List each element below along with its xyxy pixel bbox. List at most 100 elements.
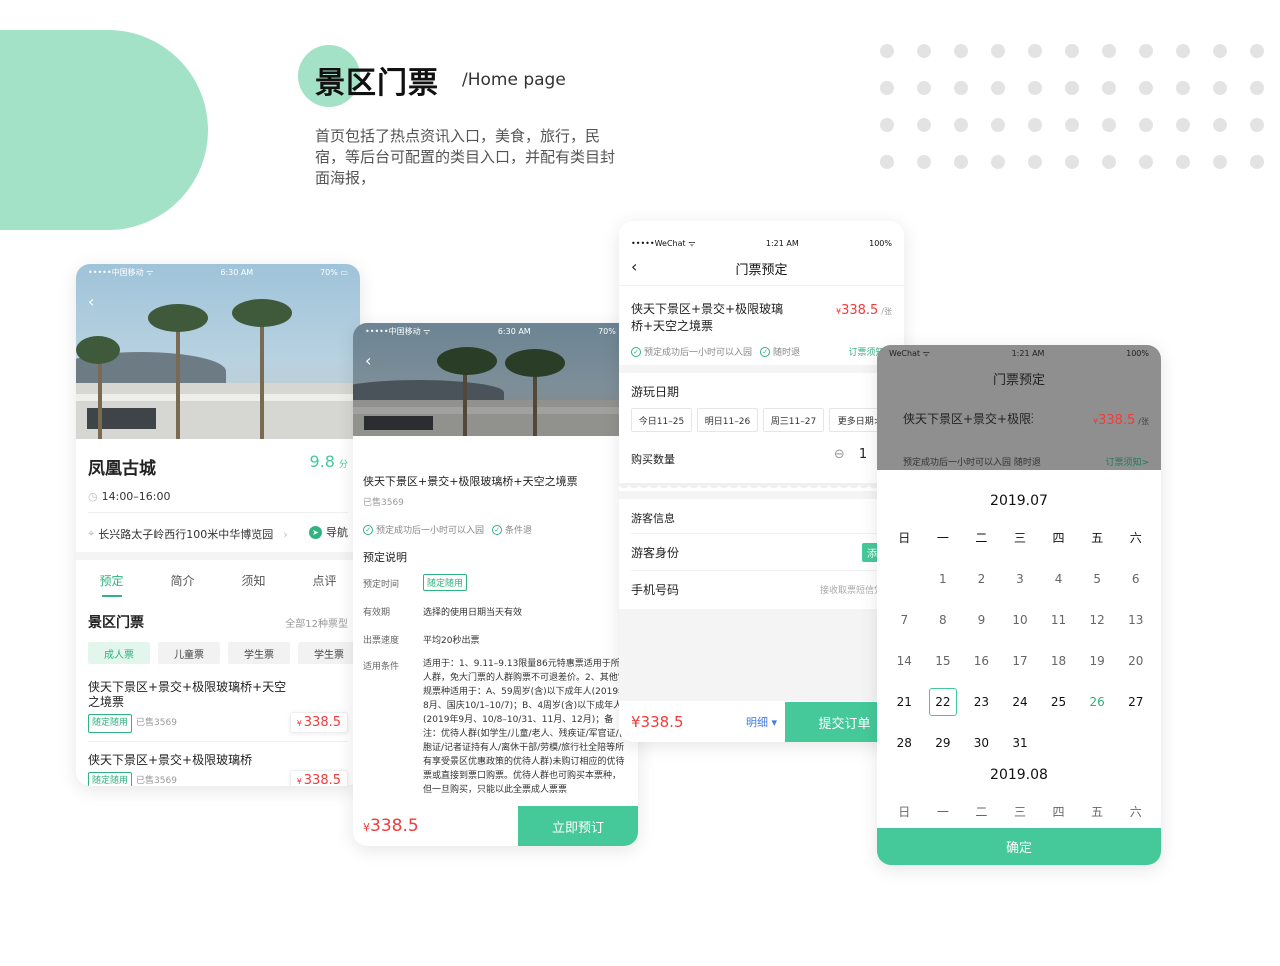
decorative-dot [1250,155,1264,169]
status-bar: WeChat ᯤ 1:21 AM 100% [889,348,1149,358]
date-option-tomorrow[interactable]: 明日11–26 [697,408,758,432]
back-chevron-icon[interactable]: ‹ [88,292,94,311]
booking-notes: ✓ 预定成功后一小时可以入园 ✓ 条件退 [363,523,532,536]
check-icon: ✓ [492,524,503,535]
calendar-day[interactable]: 14 [885,640,924,681]
detail-toggle[interactable]: 明细 ▾ [746,714,777,730]
calendar-day[interactable]: 8 [924,599,963,640]
address[interactable]: ⌖ 长兴路太子岭西行100米中华博览园 › [88,526,288,542]
calendar-day[interactable]: 26 [1078,681,1117,722]
calendar-day[interactable]: 27 [1116,681,1155,722]
ticket-item-2[interactable]: 侠天下景区+景交+极限玻璃桥 随定随用 已售3569 [88,753,288,786]
tab-book[interactable]: 预定 [76,572,147,597]
decorative-dot [1176,44,1190,58]
ticket-name: 侠天下景区+景交+极限玻璃桥+天空之境票 [631,302,784,333]
check-icon: ✓ [631,346,641,357]
page-header: 门票预定 [992,373,1045,388]
check-icon: ✓ [760,346,771,357]
calendar-day[interactable]: 4 [1039,558,1078,599]
calendar-day[interactable]: 18 [1039,640,1078,681]
submit-bar: ¥338.5 明细 ▾ 提交订单 [619,702,904,742]
sold-count: 已售3569 [363,498,404,508]
date-option-today[interactable]: 今日11–25 [631,408,692,432]
calendar-day[interactable]: 24 [1001,681,1040,722]
calendar-day[interactable]: 31 [1001,722,1040,763]
calendar-day[interactable]: 25 [1039,681,1078,722]
calendar-july: 日一二三四五六 1 2 3 4 5 6 7 8 9 10 11 12 13 14 15 16 17 18 19 20 21… [885,517,1155,763]
weekday-label: 一 [936,531,949,545]
weekday-label: 四 [1052,805,1065,819]
decorative-dot [1028,44,1042,58]
row-value: 平均20秒出票 [423,636,480,646]
calendar-day[interactable]: 23 [962,681,1001,722]
calendar-day[interactable]: 16 [962,640,1001,681]
all-ticket-types-link[interactable]: 全部12种票型 [285,615,348,630]
weekday-label: 一 [936,805,949,819]
calendar-day[interactable]: 2 [962,558,1001,599]
ticket-type-adult[interactable]: 成人票 [88,642,150,664]
back-chevron-icon[interactable]: ‹ [365,351,371,370]
total-price: ¥338.5 [363,816,419,836]
decorative-dot [1176,81,1190,95]
calendar-day[interactable]: 15 [924,640,963,681]
book-now-button[interactable]: 立即预订 [518,806,638,846]
tab-notice[interactable]: 须知 [218,572,289,589]
minus-icon[interactable]: ⊖ [834,447,845,462]
tab-review[interactable]: 点评 [289,572,360,589]
calendar-august-weekdays: 日一二三四五六 [885,791,1155,832]
date-option-wed[interactable]: 周三11–27 [763,408,824,432]
calendar-day[interactable]: 17 [1001,640,1040,681]
decorative-dot [1102,118,1116,132]
calendar-day[interactable]: 21 [885,681,924,722]
month-title-july: 2019.07 [990,493,1048,509]
calendar-day[interactable]: 20 [1116,640,1155,681]
decorative-dot [1102,44,1116,58]
ticket-type-student-2[interactable]: 学生票 [298,642,360,664]
calendar-day[interactable]: 28 [885,722,924,763]
decorative-dot [954,155,968,169]
calendar-day[interactable]: 6 [1116,558,1155,599]
calendar-day[interactable]: 12 [1078,599,1117,640]
ticket-type-child[interactable]: 儿童票 [158,642,220,664]
decorative-dot [1250,81,1264,95]
calendar-day[interactable]: 3 [1001,558,1040,599]
booking-notice-link[interactable]: 订票须知> [1105,455,1149,468]
ticket-item-1[interactable]: 侠天下景区+景交+极限玻璃桥+天空之境票 随定随用 已售3569 [88,680,288,733]
ticket-title: 侠天下景区+景交+极限玻璃桥+天空之境票 [363,475,578,488]
decorative-dot [880,155,894,169]
row-label: 有效期 [363,608,391,618]
calendar-day[interactable]: 10 [1001,599,1040,640]
decorative-dot [917,118,931,132]
calendar-day[interactable]: 1 [924,558,963,599]
booking-notes: 预定成功后一小时可以入园 随时退 [903,458,1041,468]
calendar-day[interactable]: 19 [1078,640,1117,681]
phone-ticket-description: •••••中国移动 ᯤ 6:30 AM 70% ▭ ‹ 侠天下景区+景交+极限玻… [353,323,638,846]
calendar-day[interactable]: 7 [885,599,924,640]
ticket-type-student[interactable]: 学生票 [228,642,290,664]
ticket-price-2[interactable]: ¥338.5 [289,770,348,786]
calendar-day[interactable]: 11 [1039,599,1078,640]
decorative-dot [991,81,1005,95]
scenic-name: 凤凰古城 [88,459,156,479]
row-value-badge: 随定随用 [423,574,468,591]
calendar-day[interactable]: 9 [962,599,1001,640]
phone-number-row[interactable]: 手机号码 接收取票短信凭证 [631,571,892,607]
calendar-day[interactable]: 29 [924,722,963,763]
navigation-button[interactable]: ➤ 导航 [309,524,348,540]
usage-rules: 适用于：1、9.11–9.13限量86元特惠票适用于所有人群，免大门票的人群购票… [423,659,629,795]
section-title: 预定说明 [363,551,407,564]
calendar-day[interactable]: 5 [1078,558,1117,599]
quantity-label: 购买数量 [631,453,675,466]
calendar-day[interactable]: 13 [1116,599,1155,640]
weekday-label: 五 [1091,805,1104,819]
tab-bar: 预定 简介 须知 点评 [76,572,360,597]
tab-intro[interactable]: 简介 [147,572,218,589]
decorative-dot [880,81,894,95]
calendar-day[interactable]: 22 [924,681,963,722]
calendar-day[interactable]: 30 [962,722,1001,763]
page-description: 首页包括了热点资讯入口，美食，旅行，民宿，等后台可配置的类目入口，并配有类目封面… [315,127,616,187]
confirm-button[interactable]: 确定 [877,828,1161,865]
decorative-dot [1213,44,1227,58]
ticket-price-1[interactable]: ¥338.5 [289,712,348,733]
booking-notes: ✓ 预定成功后一小时可以入园 ✓ 随时退 [631,345,800,358]
